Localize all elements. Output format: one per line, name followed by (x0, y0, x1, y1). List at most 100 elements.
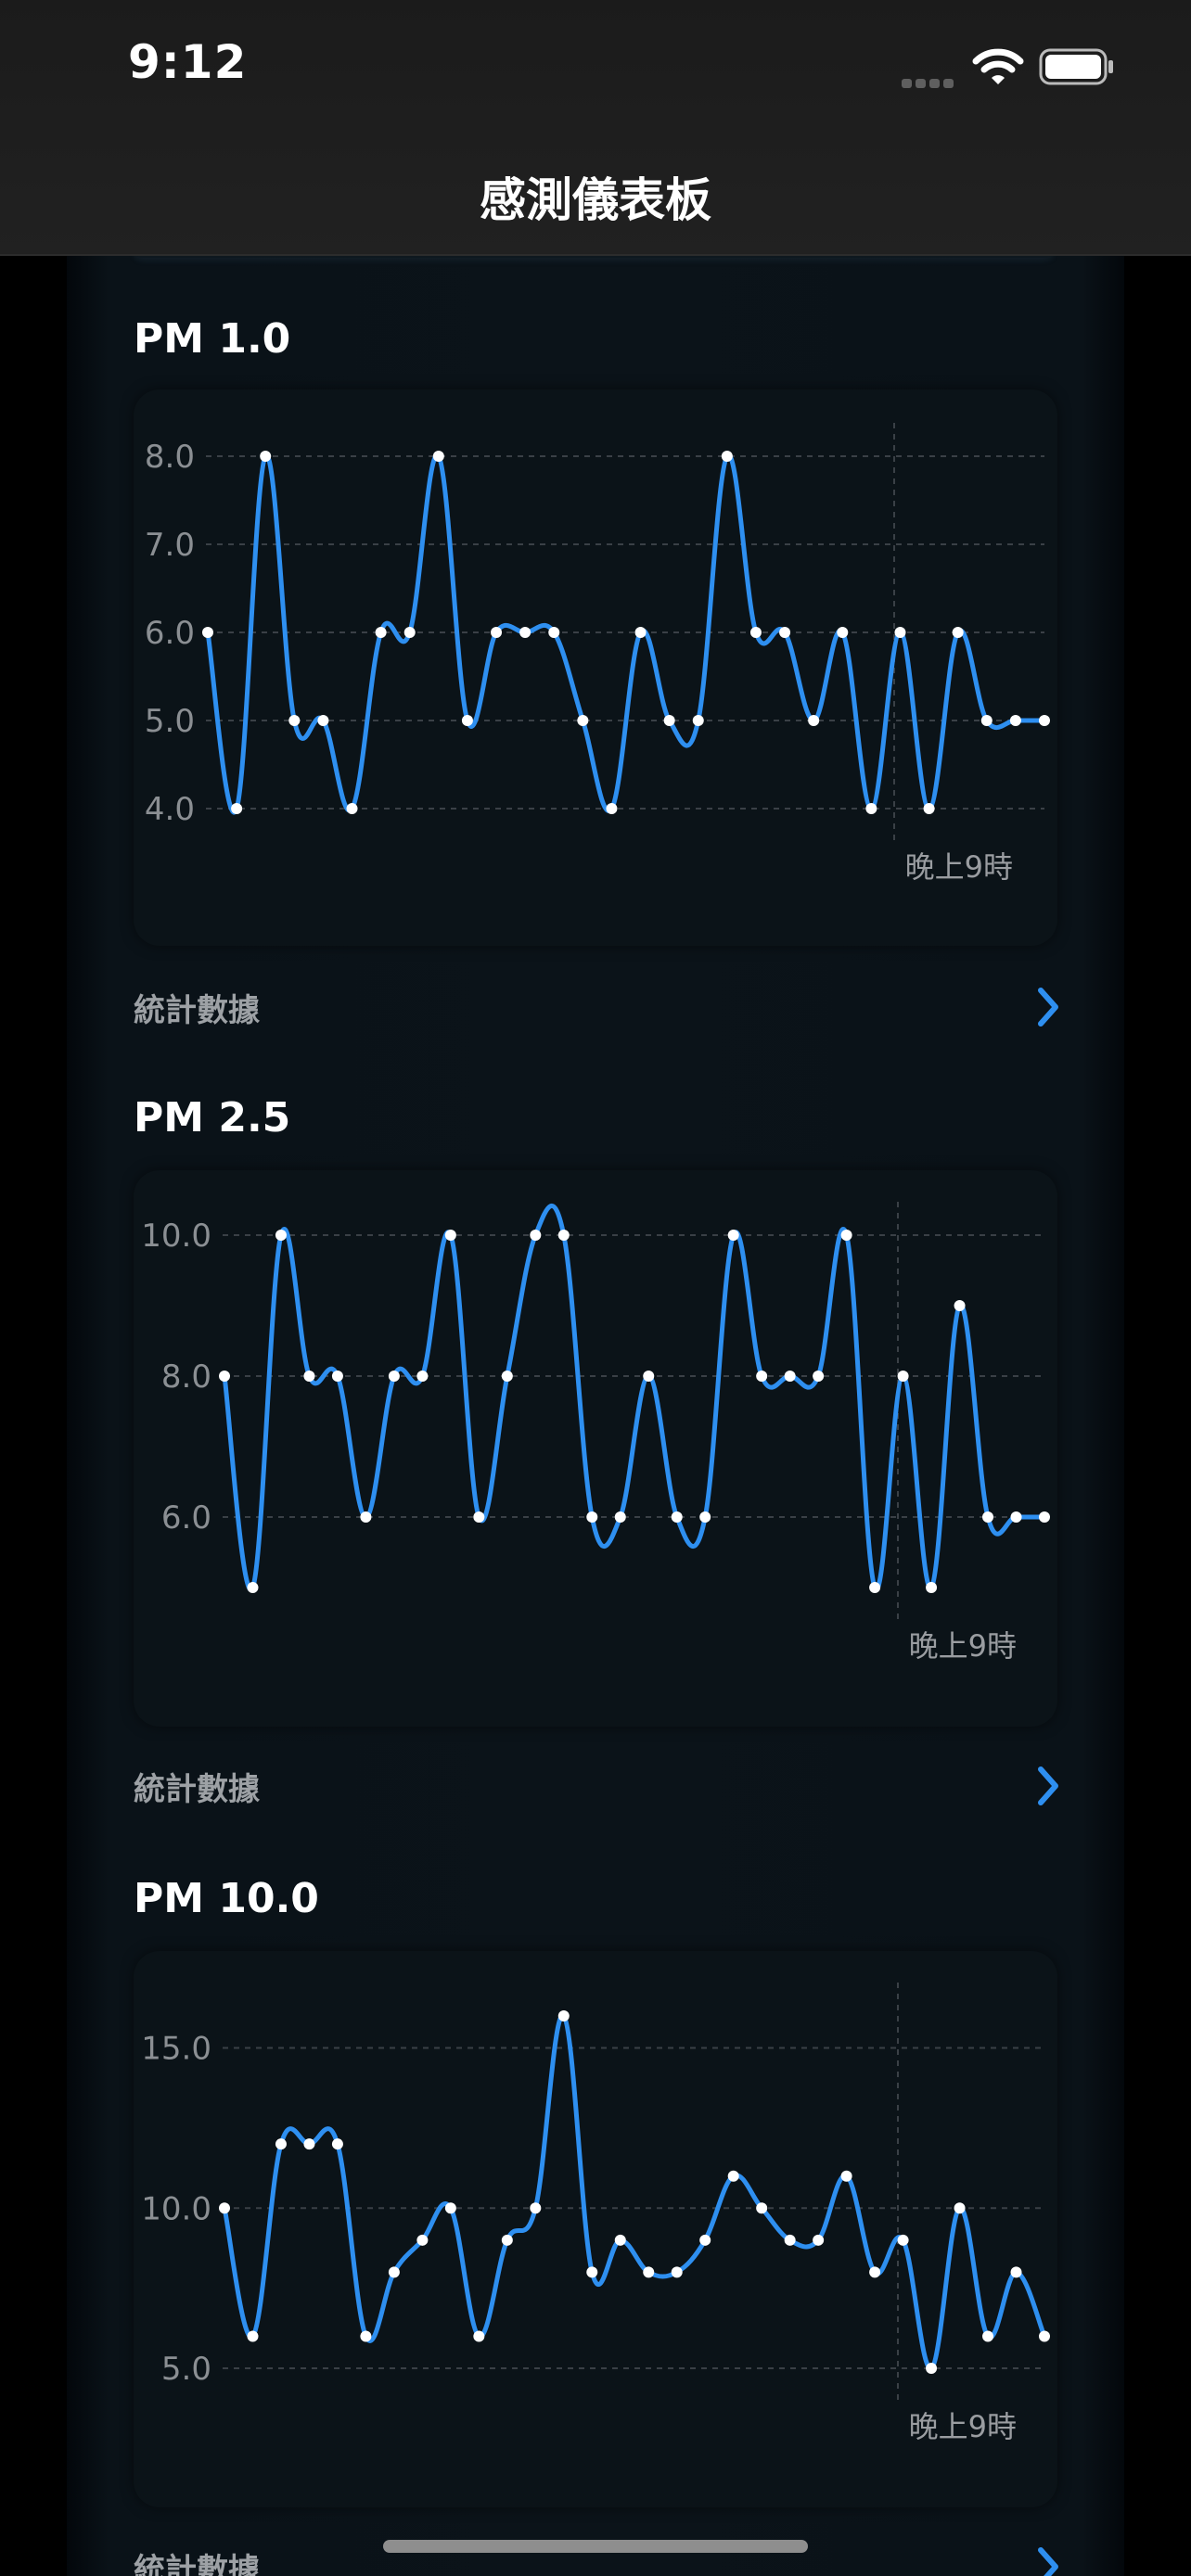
data-point (202, 627, 213, 638)
data-point (317, 715, 329, 726)
data-point (577, 715, 589, 726)
chart-card-pm10[interactable]: 15.0 10.0 5.0 晚上9時 (134, 1951, 1057, 2507)
data-point (699, 2234, 711, 2246)
data-point (444, 2202, 456, 2214)
data-point (869, 1582, 881, 1593)
chart-card-pm1[interactable]: 8.0 7.0 6.0 5.0 4.0 晚上9時 (134, 389, 1057, 946)
data-point (813, 1371, 825, 1382)
series-line (205, 453, 1047, 815)
stats-label: 統計數據 (134, 992, 260, 1029)
cellular-signal-icon (902, 74, 957, 92)
data-point (331, 2138, 343, 2150)
x-axis-time-label: 晚上9時 (905, 849, 1013, 885)
data-point (869, 2266, 881, 2278)
data-point (808, 715, 820, 726)
stats-row-pm25[interactable]: 統計數據 (134, 1756, 1061, 1821)
data-point (530, 2202, 542, 2214)
data-point (432, 451, 444, 462)
data-point (586, 2266, 598, 2278)
data-point (897, 2234, 909, 2246)
y-tick-label: 6.0 (161, 1499, 211, 1537)
data-point (749, 627, 762, 638)
data-point (1009, 715, 1021, 726)
data-point (721, 451, 733, 462)
data-point (784, 1371, 796, 1382)
navigation-bar: 9:12 感測儀表板 (0, 0, 1191, 256)
y-tick-label: 15.0 (141, 2031, 211, 2068)
chevron-right-icon (1038, 988, 1058, 1027)
data-point (501, 1371, 513, 1382)
x-axis-time-label: 晚上9時 (909, 1628, 1017, 1664)
data-point (491, 627, 503, 638)
data-point (980, 715, 992, 726)
data-point (837, 627, 849, 638)
data-point (982, 2330, 994, 2342)
data-point (461, 715, 473, 726)
y-tick-label: 10.0 (141, 2190, 211, 2227)
data-point (982, 1511, 994, 1523)
data-point (548, 627, 560, 638)
data-point (1039, 2330, 1050, 2342)
data-point (473, 1511, 485, 1523)
data-point (247, 2330, 259, 2342)
data-point (779, 627, 791, 638)
data-point (671, 2266, 683, 2278)
battery-icon (1039, 48, 1113, 85)
data-point (926, 2363, 938, 2374)
data-point (416, 2234, 429, 2246)
chevron-right-icon (1038, 1766, 1058, 1805)
data-point (727, 2170, 739, 2182)
data-point (303, 2138, 315, 2150)
stats-label: 統計數據 (134, 1771, 260, 1808)
data-point (926, 1582, 938, 1593)
data-point (954, 2202, 966, 2214)
data-point (530, 1230, 542, 1241)
y-tick-label: 5.0 (161, 2351, 211, 2388)
data-point (247, 1582, 259, 1593)
data-point (813, 2234, 825, 2246)
data-point (375, 627, 387, 638)
data-point (840, 2170, 852, 2182)
data-point (360, 1511, 372, 1523)
data-point (388, 2266, 400, 2278)
y-tick-label: 4.0 (145, 791, 195, 828)
data-point (1010, 2266, 1022, 2278)
data-point (275, 2138, 287, 2150)
data-point (346, 803, 358, 814)
data-point (444, 1230, 456, 1241)
data-point (219, 1371, 230, 1382)
data-point (952, 627, 964, 638)
data-point (699, 1511, 711, 1523)
data-point (388, 1371, 400, 1382)
data-point (643, 1371, 655, 1382)
data-point (331, 1371, 343, 1382)
home-indicator[interactable] (383, 2540, 808, 2553)
data-point (634, 627, 647, 638)
data-point (784, 2234, 796, 2246)
y-tick-label: 7.0 (145, 527, 195, 564)
data-point (692, 715, 704, 726)
data-point (840, 1230, 852, 1241)
series-line (222, 2013, 1047, 2371)
data-point (643, 2266, 655, 2278)
data-point (1010, 1511, 1022, 1523)
data-point (671, 1511, 683, 1523)
data-point (614, 1511, 626, 1523)
data-point (303, 1371, 315, 1382)
data-point (923, 803, 935, 814)
chart-card-pm25[interactable]: 10.0 8.0 6.0 晚上9時 (134, 1170, 1057, 1727)
stats-label: 統計數據 (134, 2552, 260, 2576)
chevron-right-icon (1038, 2547, 1058, 2576)
data-point (557, 2010, 570, 2021)
page-title: 感測儀表板 (480, 173, 711, 227)
chart-pm25: 10.0 8.0 6.0 晚上9時 (141, 1202, 1050, 1664)
data-point (275, 1230, 287, 1241)
chart-pm10: 15.0 10.0 5.0 晚上9時 (141, 1983, 1050, 2444)
data-point (519, 627, 531, 638)
stats-row-pm1[interactable]: 統計數據 (134, 977, 1061, 1042)
x-axis-time-label: 晚上9時 (909, 2409, 1017, 2444)
section-title-pm25: PM 2.5 (134, 1094, 291, 1141)
data-point (360, 2330, 372, 2342)
data-point (727, 1230, 739, 1241)
section-title-pm1: PM 1.0 (134, 315, 291, 363)
